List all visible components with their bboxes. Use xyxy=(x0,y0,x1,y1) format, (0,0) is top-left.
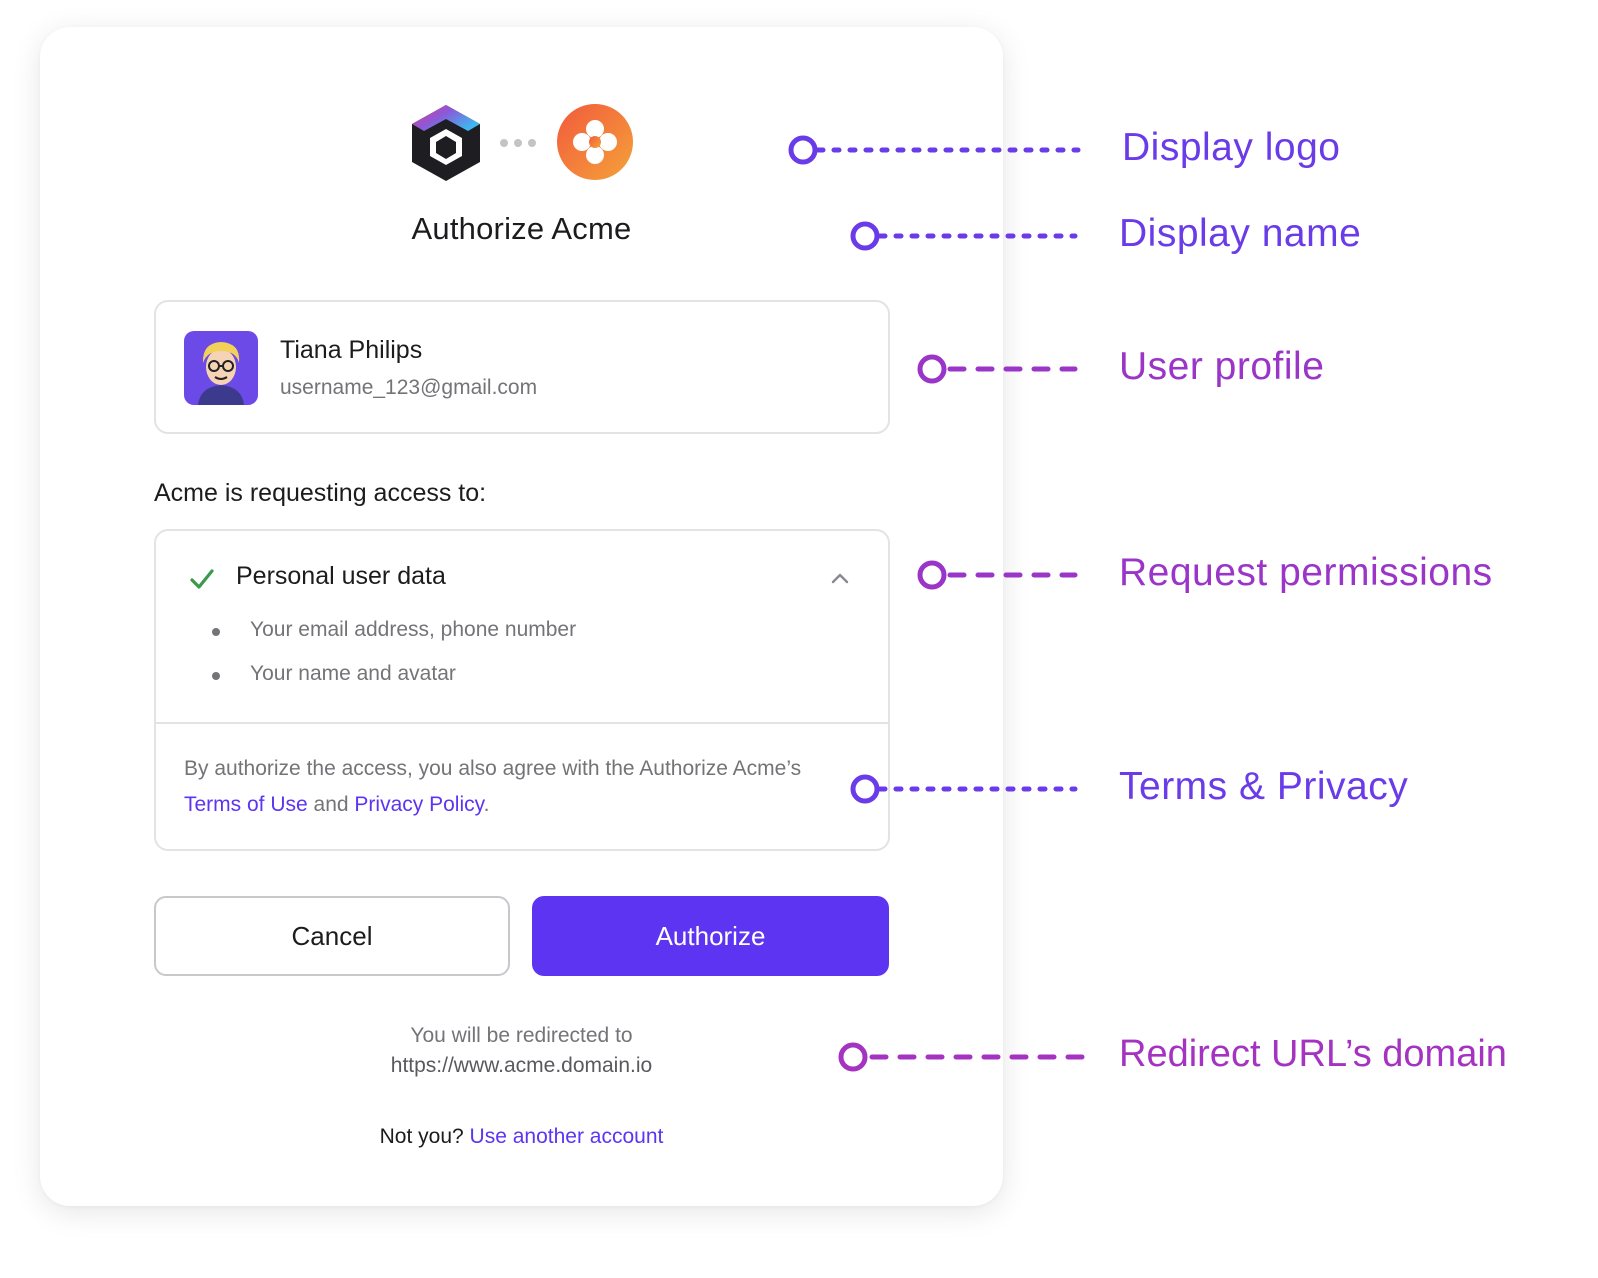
permissions-panel: Personal user data Your email address, p… xyxy=(154,529,890,851)
authorize-dialog: Authorize Acme Tiana Philips username_12… xyxy=(40,27,1003,1206)
chevron-up-icon[interactable] xyxy=(829,567,851,589)
bullet xyxy=(212,628,220,636)
terms-prefix: By authorize the access, you also agree … xyxy=(184,757,802,780)
switch-account-row: Not you? Use another account xyxy=(40,1125,1003,1149)
cancel-button[interactable]: Cancel xyxy=(154,896,510,976)
redirect-notice: You will be redirected to https://www.ac… xyxy=(40,1021,1003,1081)
privacy-policy-link[interactable]: Privacy Policy xyxy=(354,793,483,816)
authorize-button[interactable]: Authorize xyxy=(532,896,889,976)
terms-middle: and xyxy=(307,793,355,816)
check-icon xyxy=(190,569,214,589)
terms-text: By authorize the access, you also agree … xyxy=(184,751,844,823)
not-you-text: Not you? xyxy=(379,1125,464,1148)
terms-of-use-link[interactable]: Terms of Use xyxy=(184,793,308,816)
divider xyxy=(156,722,888,724)
profile-email: username_123@gmail.com xyxy=(280,376,538,399)
request-label: Acme is requesting access to: xyxy=(154,479,487,507)
profile-name: Tiana Philips xyxy=(280,336,423,364)
annotation-label: Display name xyxy=(1119,212,1362,255)
annotation-label: Terms & Privacy xyxy=(1119,765,1409,808)
redirect-url: https://www.acme.domain.io xyxy=(390,1054,653,1077)
bullet xyxy=(212,672,220,680)
redirect-text: You will be redirected to xyxy=(410,1024,633,1047)
logo-row xyxy=(408,103,638,183)
page-title: Authorize Acme xyxy=(411,211,632,246)
permission-item: Your email address, phone number xyxy=(250,618,577,641)
use-another-account-link[interactable]: Use another account xyxy=(470,1125,664,1148)
permission-item: Your name and avatar xyxy=(250,662,456,685)
terms-suffix: . xyxy=(483,793,490,816)
permission-title: Personal user data xyxy=(236,562,446,590)
user-profile-card: Tiana Philips username_123@gmail.com xyxy=(154,300,890,434)
annotation-label: Redirect URL’s domain xyxy=(1119,1033,1507,1075)
annotation-label: User profile xyxy=(1119,345,1325,388)
hexagon-logo-icon xyxy=(412,105,480,181)
annotation-label: Request permissions xyxy=(1119,551,1493,594)
avatar xyxy=(184,331,258,405)
connection-dots xyxy=(500,139,536,147)
annotation-label: Display logo xyxy=(1122,126,1341,169)
clover-logo-icon xyxy=(557,104,633,180)
